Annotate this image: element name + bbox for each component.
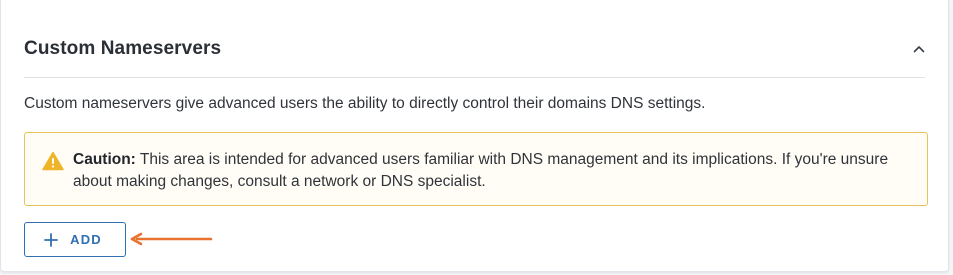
arrow-left-icon: [129, 231, 215, 247]
caution-label: Caution:: [73, 151, 136, 168]
add-nameserver-button[interactable]: ADD: [24, 222, 126, 257]
chevron-up-icon[interactable]: [908, 38, 930, 60]
plus-icon: [44, 232, 59, 247]
warning-triangle-icon: [42, 151, 64, 171]
custom-nameservers-card: Custom Nameservers Custom nameservers gi…: [0, 0, 949, 272]
section-description: Custom nameservers give advanced users t…: [24, 95, 706, 112]
caution-alert: Caution: This area is intended for advan…: [24, 132, 928, 206]
header-divider: [24, 77, 925, 78]
section-title: Custom Nameservers: [24, 38, 222, 59]
add-button-label: ADD: [70, 232, 102, 247]
section-header: Custom Nameservers: [24, 36, 932, 62]
caution-body: This area is intended for advanced users…: [73, 151, 889, 190]
caution-message: Caution: This area is intended for advan…: [73, 149, 911, 193]
